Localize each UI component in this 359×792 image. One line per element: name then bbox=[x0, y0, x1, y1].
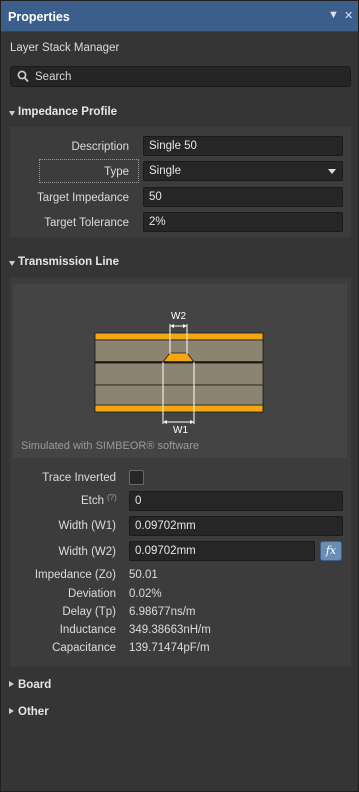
trace-inverted-label: Trace Inverted bbox=[42, 472, 116, 484]
close-icon[interactable]: ✕ bbox=[344, 9, 353, 22]
expand-arrow-icon bbox=[9, 681, 14, 687]
transmission-line-header[interactable]: Transmission Line bbox=[1, 253, 358, 273]
stackup-diagram: W2 W1 Simulated with SIMBEOR® software bbox=[13, 284, 347, 458]
width-w1-field[interactable]: 0.09702mm bbox=[129, 516, 343, 536]
panel-titlebar[interactable]: Properties ▼ ✕ bbox=[1, 1, 358, 32]
type-dropdown[interactable]: Single bbox=[143, 161, 343, 181]
type-label: Type bbox=[104, 166, 129, 178]
target-tolerance-label: Target Tolerance bbox=[44, 217, 129, 229]
collapse-arrow-icon bbox=[9, 111, 15, 116]
board-title: Board bbox=[18, 679, 52, 691]
pin-icon[interactable]: ▼ bbox=[328, 9, 339, 21]
target-tolerance-field[interactable]: 2% bbox=[143, 212, 343, 232]
impedance-profile-header[interactable]: Impedance Profile bbox=[1, 103, 358, 123]
width-w2-value: 0.09702mm bbox=[135, 545, 196, 557]
etch-field[interactable]: 0 bbox=[129, 491, 343, 511]
w2-label: W2 bbox=[171, 311, 186, 322]
width-w1-value: 0.09702mm bbox=[135, 520, 196, 532]
chevron-down-icon bbox=[328, 169, 336, 174]
etch-value: 0 bbox=[135, 495, 142, 507]
capacitance-value: 139.71474pF/m bbox=[129, 642, 210, 654]
target-impedance-field[interactable]: 50 bbox=[143, 187, 343, 207]
capacitance-label: Capacitance bbox=[52, 642, 116, 654]
etch-label: Etch bbox=[80, 495, 104, 507]
impedance-value: 50.01 bbox=[129, 569, 158, 581]
panel-subtitle: Layer Stack Manager bbox=[10, 42, 120, 54]
formula-button[interactable]: fx bbox=[320, 541, 342, 561]
description-field[interactable]: Single 50 bbox=[143, 136, 343, 156]
other-header[interactable]: Other bbox=[1, 703, 358, 723]
search-input[interactable] bbox=[35, 68, 335, 85]
target-tolerance-value: 2% bbox=[149, 216, 166, 228]
board-header[interactable]: Board bbox=[1, 676, 358, 696]
target-impedance-value: 50 bbox=[149, 191, 162, 203]
description-value: Single 50 bbox=[149, 140, 197, 152]
properties-panel: Properties ▼ ✕ Layer Stack Manager Imped… bbox=[0, 0, 359, 792]
help-icon[interactable]: (?) bbox=[107, 493, 117, 502]
w1-label: W1 bbox=[173, 425, 188, 436]
panel-title: Properties bbox=[8, 10, 70, 24]
other-title: Other bbox=[18, 706, 49, 718]
description-label: Description bbox=[71, 141, 129, 153]
transmission-line-title: Transmission Line bbox=[18, 256, 119, 268]
inductance-value: 349.38663nH/m bbox=[129, 624, 211, 636]
expand-arrow-icon bbox=[9, 708, 14, 714]
width-w2-field[interactable]: 0.09702mm bbox=[129, 541, 315, 561]
inductance-label: Inductance bbox=[59, 624, 116, 636]
search-icon bbox=[17, 70, 29, 83]
delay-label: Delay (Tp) bbox=[62, 606, 116, 618]
trace-inverted-checkbox[interactable] bbox=[129, 470, 144, 485]
width-w1-label: Width (W1) bbox=[58, 520, 117, 532]
impedance-profile-title: Impedance Profile bbox=[18, 106, 118, 118]
collapse-arrow-icon bbox=[9, 261, 15, 266]
search-box[interactable] bbox=[10, 66, 351, 87]
width-w2-label: Width (W2) bbox=[58, 546, 117, 558]
target-impedance-label: Target Impedance bbox=[36, 192, 129, 204]
impedance-label: Impedance (Zo) bbox=[34, 569, 116, 581]
simulation-credit: Simulated with SIMBEOR® software bbox=[21, 440, 200, 452]
delay-value: 6.98677ns/m bbox=[129, 606, 196, 618]
type-value: Single bbox=[149, 165, 181, 177]
deviation-label: Deviation bbox=[68, 588, 116, 600]
deviation-value: 0.02% bbox=[129, 588, 162, 600]
